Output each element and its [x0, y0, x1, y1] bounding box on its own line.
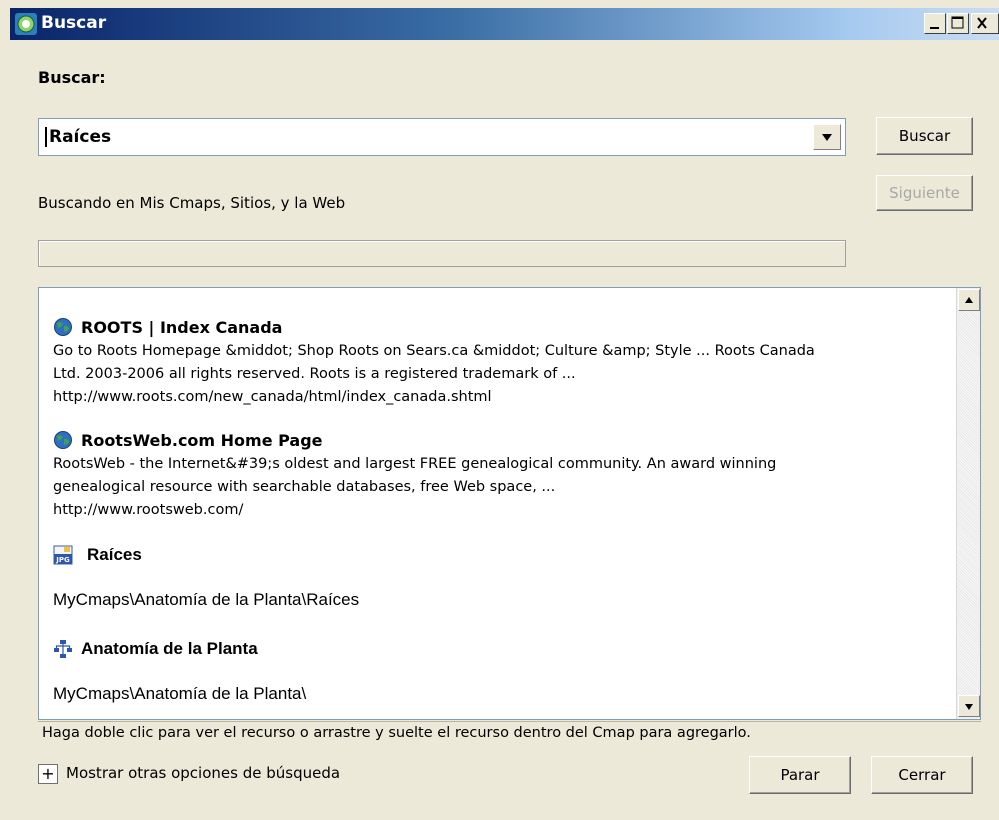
result-line: RootsWeb - the Internet&#39;s oldest and…: [53, 456, 777, 472]
chevron-down-icon: [965, 704, 973, 710]
scroll-down-button[interactable]: [958, 695, 980, 717]
chevron-up-icon: [965, 297, 973, 303]
maximize-icon: [951, 16, 964, 29]
result-url: http://www.rootsweb.com/: [53, 502, 244, 518]
combo-dropdown-button[interactable]: [813, 124, 841, 150]
minimize-icon: [930, 27, 939, 29]
expand-options-toggle[interactable]: +: [38, 764, 58, 784]
search-dialog: Buscar Buscar: Raíces Buscar Siguiente B…: [0, 0, 999, 820]
search-button[interactable]: Buscar: [876, 117, 973, 155]
cmaptools-icon: [15, 13, 37, 35]
chevron-down-icon: [822, 134, 832, 141]
search-label: Buscar:: [38, 68, 106, 87]
svg-text:JPG: JPG: [55, 556, 70, 564]
search-input[interactable]: Raíces: [45, 127, 111, 147]
stop-button[interactable]: Parar: [749, 756, 851, 794]
scroll-up-button[interactable]: [958, 289, 980, 311]
result-title: Raíces: [87, 545, 142, 564]
result-title-row: JPG Raíces: [53, 544, 953, 566]
result-title: RootsWeb.com Home Page: [81, 430, 323, 450]
result-path: MyCmaps\Anatomía de la Planta\: [53, 684, 307, 703]
title-bar[interactable]: Buscar: [10, 8, 999, 40]
minimize-button[interactable]: [924, 13, 946, 34]
result-title: ROOTS | Index Canada: [81, 317, 283, 337]
result-description: Go to Roots Homepage &middot; Shop Roots…: [53, 340, 953, 409]
maximize-button[interactable]: [947, 13, 969, 34]
results-list[interactable]: ROOTS | Index Canada Go to Roots Homepag…: [38, 287, 981, 720]
result-title-row: Anatomía de la Planta: [53, 638, 953, 660]
result-title-row: RootsWeb.com Home Page: [53, 429, 953, 451]
jpg-file-icon: JPG: [53, 545, 73, 565]
result-description: RootsWeb - the Internet&#39;s oldest and…: [53, 453, 953, 522]
globe-icon: [54, 431, 72, 449]
progress-bar: [38, 240, 846, 267]
result-url: http://www.roots.com/new_canada/html/ind…: [53, 389, 492, 405]
next-button[interactable]: Siguiente: [876, 175, 973, 211]
result-title-row: ROOTS | Index Canada: [53, 316, 953, 338]
more-options-label[interactable]: Mostrar otras opciones de búsqueda: [66, 764, 340, 782]
result-line: genealogical resource with searchable da…: [53, 479, 556, 495]
list-item[interactable]: RootsWeb.com Home Page RootsWeb - the In…: [53, 429, 953, 522]
cmap-icon: [54, 640, 72, 658]
result-path: MyCmaps\Anatomía de la Planta\Raíces: [53, 590, 360, 609]
list-item[interactable]: ROOTS | Index Canada Go to Roots Homepag…: [53, 316, 953, 409]
close-button[interactable]: [971, 13, 999, 34]
search-status-text: Buscando en Mis Cmaps, Sitios, y la Web: [38, 194, 346, 212]
result-line: Ltd. 2003-2006 all rights reserved. Root…: [53, 366, 576, 382]
result-title: Anatomía de la Planta: [81, 639, 258, 658]
window-title: Buscar: [41, 13, 107, 33]
close-icon: [977, 17, 987, 29]
close-dialog-button[interactable]: Cerrar: [871, 756, 973, 794]
status-bar: Haga doble clic para ver el recurso o ar…: [38, 721, 981, 745]
search-combobox[interactable]: Raíces: [38, 118, 846, 156]
result-line: Go to Roots Homepage &middot; Shop Roots…: [53, 343, 815, 359]
list-item[interactable]: JPG Raíces MyCmaps\Anatomía de la Planta…: [53, 544, 953, 610]
globe-icon: [54, 318, 72, 336]
results-scrollbar[interactable]: [956, 288, 980, 719]
list-item[interactable]: Anatomía de la Planta MyCmaps\Anatomía d…: [53, 638, 953, 704]
